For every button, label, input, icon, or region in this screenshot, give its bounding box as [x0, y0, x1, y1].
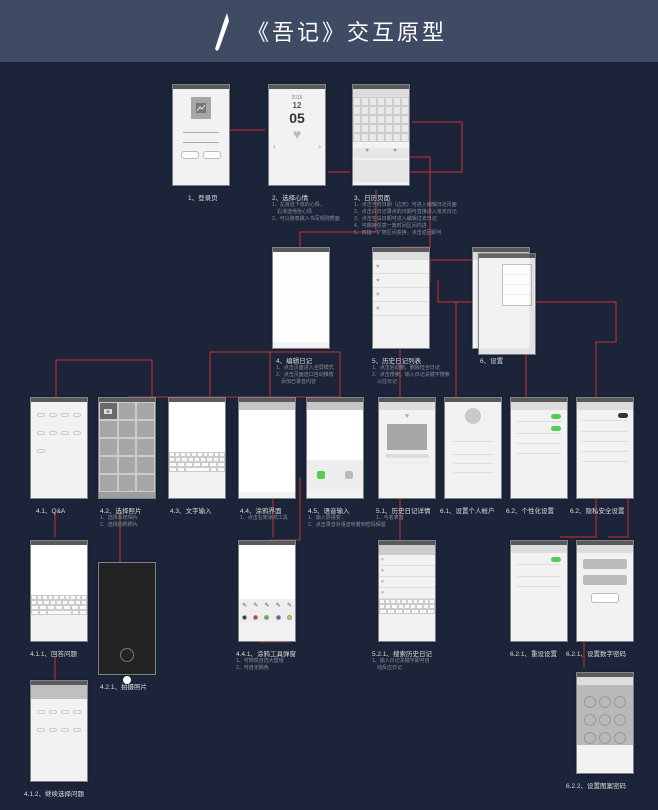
screen-doodle	[238, 397, 296, 499]
cap-6: 6、设置	[480, 355, 503, 365]
flow-board: 1、登录页 2016 12 05 ♥ ‹› 2、选择心情 1、左滑选下张的心情，…	[0, 62, 658, 810]
screen-answer	[30, 540, 88, 642]
cap-2: 2、选择心情	[272, 192, 308, 202]
cap-41: 4.1、Q&A	[36, 505, 65, 515]
screen-mood: 2016 12 05 ♥ ‹›	[268, 84, 326, 186]
screen-doodle-tool: ✎✎✎✎✎	[238, 540, 296, 642]
screen-textinput	[168, 397, 226, 499]
heart-icon: ♥	[269, 126, 325, 142]
cap-421: 4.2.1、拍摄照片	[100, 681, 147, 691]
screen-num-pwd	[576, 540, 634, 642]
screen-search: ♥ ♥ ♥ ♥	[378, 540, 436, 642]
cap-61: 6.1、设置个人帐户	[440, 505, 495, 515]
screen-qa	[30, 397, 88, 499]
cap-3: 3、日历页面	[354, 192, 390, 202]
screen-pattern-pwd	[576, 672, 634, 774]
cap-412: 4.1.2、继续选择问题	[24, 788, 84, 798]
cap-45: 4.5、语音输入	[308, 505, 350, 515]
header: 《吾记》交互原型	[0, 0, 658, 62]
page-title: 《吾记》交互原型	[247, 15, 447, 47]
cap-621: 6.2.1、重设设置	[510, 648, 557, 658]
screen-history-detail: ♥	[378, 397, 436, 499]
cap-621b: 6.2.1、设置数字密码	[566, 648, 626, 658]
screen-privacy	[576, 397, 634, 499]
cap-1: 1、登录页	[188, 192, 218, 202]
cap-62a: 6.2、个性化设置	[506, 505, 554, 515]
screen-edit	[272, 247, 330, 349]
cap-521: 5.2.1、搜索历史日记	[372, 648, 432, 658]
cap-5: 5、历史日记列表	[372, 355, 421, 365]
cap-62b: 6.2、隐私安全设置	[570, 505, 625, 515]
cap-51: 5.1、历史日记详情	[376, 505, 431, 515]
cap-411: 4.1.1、回答问题	[30, 648, 77, 658]
cap-4: 4、编辑日记	[276, 355, 312, 365]
cap-42: 4.2、选择照片	[100, 505, 142, 515]
screen-account	[444, 397, 502, 499]
camera-icon	[103, 407, 113, 415]
cap-44: 4.4、涂鸦界面	[240, 505, 282, 515]
record-icon	[317, 471, 325, 479]
screen-photo	[98, 397, 156, 499]
image-icon	[196, 103, 206, 113]
cap-622: 6.2.2、设置图案密码	[566, 780, 626, 790]
screen-settings-menu	[478, 253, 536, 355]
screen-personalize	[510, 397, 568, 499]
screen-camera	[98, 562, 156, 675]
screen-voice	[306, 397, 364, 499]
screen-history: ♥ ♥ ♥ ♥	[372, 247, 430, 349]
screen-login	[172, 84, 230, 186]
screen-calendar: ♥♥	[352, 84, 410, 186]
cap-43: 4.3、文字输入	[170, 505, 212, 515]
pen-icon	[211, 11, 235, 51]
cap-441: 4.4.1、涂鸦工具弹窗	[236, 648, 296, 658]
screen-redesign	[510, 540, 568, 642]
screen-continue-qa	[30, 680, 88, 782]
